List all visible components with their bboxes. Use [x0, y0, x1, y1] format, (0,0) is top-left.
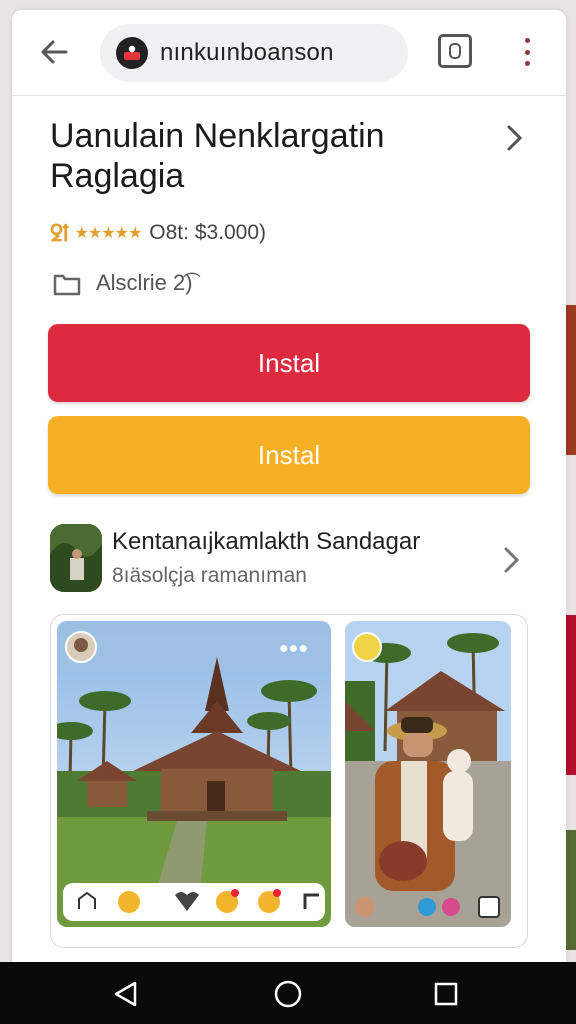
site-icon — [116, 37, 148, 69]
tab-switcher-button[interactable] — [438, 34, 472, 68]
nav-back-icon — [114, 981, 137, 1007]
rating-text: O8t: $3.000) — [149, 221, 267, 244]
address-bar[interactable]: nınkuınboanson — [100, 24, 408, 82]
chevron-right-icon — [504, 547, 520, 573]
back-arrow-icon — [41, 40, 68, 64]
developer-row[interactable]: Kentanaıjkamlakth Sandagar 8ıäsolçja ram… — [50, 524, 530, 594]
rating-stars: ★★★★★ — [74, 225, 143, 242]
nav-home-button[interactable] — [268, 974, 308, 1014]
developer-name: Kentanaıjkamlakth Sandagar — [112, 528, 421, 555]
install-button-primary[interactable]: Instal — [48, 324, 530, 402]
temple-village-screenshot[interactable]: ●●● — [57, 621, 331, 927]
tab-switcher-icon — [449, 43, 461, 59]
rating-row: ꝿꝉ ★★★★★ O8t: $3.000) — [50, 218, 266, 248]
calendar-icon — [53, 274, 81, 296]
background-strip — [566, 305, 576, 455]
system-nav-bar — [0, 962, 576, 1024]
browser-top-bar: nınkuınboanson — [12, 10, 566, 96]
screenshots-carousel[interactable]: ●●● — [50, 614, 528, 948]
install-button-secondary[interactable]: Instal — [48, 416, 530, 494]
developer-avatar — [50, 524, 102, 592]
chevron-right-icon[interactable] — [498, 122, 530, 154]
app-details-card: nınkuınboanson Uanulain Nenklargatin Rag… — [12, 10, 566, 962]
villager-portrait-screenshot[interactable] — [345, 621, 511, 927]
nav-recents-button[interactable] — [426, 974, 466, 1014]
background-strip — [566, 830, 576, 950]
background-strip — [566, 615, 576, 775]
url-text: nınkuınboanson — [160, 39, 334, 66]
developer-subtitle: 8ıäsolçja ramanıman — [112, 564, 307, 587]
nav-recents-icon — [434, 982, 458, 1006]
svg-text:●●●: ●●● — [279, 640, 308, 657]
age-rating-text: Alsclrie 2͡) — [96, 270, 193, 295]
nav-back-button[interactable] — [106, 974, 146, 1014]
back-button[interactable] — [34, 32, 74, 72]
nav-home-icon — [274, 980, 302, 1008]
more-menu-button[interactable] — [512, 34, 542, 70]
app-title: Uanulain Nenklargatin Raglagia — [50, 117, 385, 195]
rating-badge: ꝿꝉ — [50, 221, 69, 246]
more-vert-icon — [524, 38, 530, 43]
age-rating-row: Alsclrie 2͡) — [52, 266, 193, 300]
